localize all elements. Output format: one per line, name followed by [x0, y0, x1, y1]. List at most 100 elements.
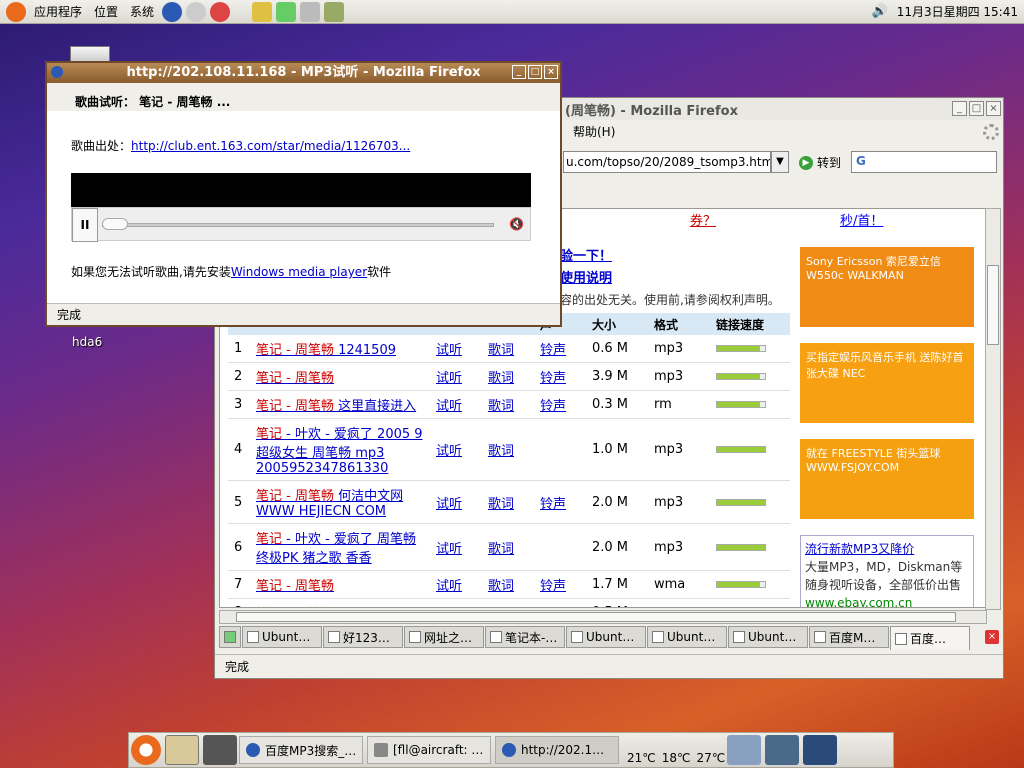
seek-handle[interactable] — [102, 218, 128, 230]
task-baidu[interactable]: 百度MP3搜索_… — [239, 736, 363, 764]
browser-tab[interactable]: 百度… — [890, 626, 970, 650]
mute-icon[interactable]: 🔇 — [509, 217, 524, 231]
seek-bar[interactable] — [102, 223, 494, 227]
popup-close-button[interactable]: × — [544, 65, 558, 79]
song-title-red: 笔记 - 周笔畅 — [256, 371, 334, 386]
ubuntu-menu-icon[interactable] — [131, 735, 161, 765]
popup-minimize-button[interactable]: _ — [512, 65, 526, 79]
song-link[interactable]: 笔记 - 周笔畅 1241509 — [256, 343, 396, 358]
ad-freestyle[interactable]: 就在 FREESTYLE 街头篮球 WWW.FSJOY.COM — [800, 439, 974, 519]
pause-button[interactable]: II — [72, 208, 98, 242]
listen-link[interactable]: 试听 — [436, 607, 462, 608]
lyric-link[interactable]: 歌词 — [488, 579, 514, 594]
song-link[interactable]: 笔记 - 周笔畅 DJ Alex磊 — [256, 607, 397, 608]
song-link[interactable]: 笔记 - 周笔畅 — [256, 579, 334, 594]
workspace-switcher-icon[interactable] — [727, 735, 762, 765]
task-popup[interactable]: http://202.1… — [495, 736, 619, 764]
search-input[interactable]: G — [851, 151, 997, 173]
weather-applet[interactable]: 21℃ 18℃ 27℃ — [623, 735, 725, 765]
source-link[interactable]: http://club.ent.163.com/star/media/11267… — [131, 139, 410, 153]
camera-icon[interactable] — [203, 735, 237, 765]
popup-maximize-button[interactable]: □ — [528, 65, 542, 79]
top-link-3[interactable]: 秒/首！ — [840, 210, 883, 229]
vertical-scrollbar[interactable] — [985, 208, 1001, 610]
file-format: mp3 — [648, 418, 710, 481]
ringtone-link[interactable]: 铃声 — [540, 607, 566, 608]
listen-link[interactable]: 试听 — [436, 399, 462, 414]
ad-ebay-url[interactable]: www.ebay.com.cn — [805, 596, 912, 607]
task-label: http://202.1… — [521, 743, 605, 757]
listen-link[interactable]: 试听 — [436, 371, 462, 386]
menu-system[interactable]: 系统 — [124, 0, 160, 24]
top-link-2[interactable]: 券？ — [690, 210, 716, 229]
task-terminal[interactable]: [fll@aircraft: … — [367, 736, 491, 764]
ubuntu-logo-icon[interactable] — [6, 1, 26, 22]
maximize-button[interactable]: □ — [969, 101, 984, 116]
map-icon[interactable] — [324, 1, 345, 22]
wmp-link[interactable]: Windows media player — [231, 265, 367, 279]
ad-sony[interactable]: Sony Ericsson 索尼爱立信 W550c WALKMAN — [800, 247, 974, 327]
promo-link-2[interactable]: 使用说明 — [560, 267, 612, 286]
help-launcher-icon[interactable] — [210, 1, 231, 22]
menu-applications[interactable]: 应用程序 — [28, 0, 88, 24]
lyric-link[interactable]: 歌词 — [488, 371, 514, 386]
trash-icon[interactable] — [765, 735, 800, 765]
printer-icon[interactable] — [300, 1, 321, 22]
listen-link[interactable]: 试听 — [436, 343, 462, 358]
promo-link-1[interactable]: 验一下！ — [560, 245, 612, 264]
task-label: 百度MP3搜索_… — [265, 743, 357, 758]
browser-tab[interactable]: Ubunt… — [728, 626, 808, 648]
clock-launcher-icon[interactable] — [186, 1, 207, 22]
url-input[interactable]: u.com/topso/20/2089_tsomp3.htm — [563, 151, 771, 173]
browser-tab[interactable]: Ubunt… — [242, 626, 322, 648]
browser-tab[interactable]: 好123… — [323, 626, 403, 648]
browser-tab[interactable]: 网址之… — [404, 626, 484, 648]
user-icon[interactable] — [252, 1, 273, 22]
speed-bar — [716, 543, 766, 551]
lyric-link[interactable]: 歌词 — [488, 444, 514, 459]
ringtone-link[interactable]: 铃声 — [540, 579, 566, 594]
volume-icon[interactable]: 🔊 — [872, 4, 888, 19]
new-tab-button[interactable] — [219, 626, 241, 648]
tab-favicon-icon — [733, 631, 745, 643]
go-button[interactable]: ▶ 转到 — [799, 154, 841, 171]
close-button[interactable]: × — [986, 101, 1001, 116]
song-link[interactable]: 笔记 - 周笔畅 这里直接进入 — [256, 399, 416, 414]
menu-help[interactable]: 帮助(H) — [573, 123, 615, 140]
minimize-button[interactable]: _ — [952, 101, 967, 116]
firefox-launcher-icon[interactable] — [162, 1, 183, 22]
lyric-link[interactable]: 歌词 — [488, 399, 514, 414]
ringtone-link[interactable]: 铃声 — [540, 497, 566, 512]
browser-tab[interactable]: Ubunt… — [566, 626, 646, 648]
lyric-link[interactable]: 歌词 — [488, 343, 514, 358]
song-link[interactable]: 笔记 - 周笔畅 — [256, 371, 334, 386]
song-title: 歌曲试听： 笔记 - 周笔畅 ... — [75, 95, 231, 109]
song-link[interactable]: 笔记 - 叶欢 - 爱疯了 周笔畅 终极PK 猪之歌 香香 — [256, 532, 416, 566]
listen-link[interactable]: 试听 — [436, 579, 462, 594]
song-link[interactable]: 笔记 - 周笔畅 何洁中文网 WWW HEJIECN COM — [256, 489, 403, 519]
drive-label[interactable]: hda6 — [72, 335, 102, 349]
lyric-link[interactable]: 歌词 — [488, 497, 514, 512]
ringtone-link[interactable]: 铃声 — [540, 343, 566, 358]
recycle-icon[interactable] — [276, 1, 297, 22]
close-tab-button[interactable]: × — [985, 630, 999, 644]
listen-link[interactable]: 试听 — [436, 542, 462, 557]
horizontal-scrollbar[interactable] — [219, 610, 987, 624]
listen-link[interactable]: 试听 — [436, 497, 462, 512]
ringtone-link[interactable]: 铃声 — [540, 371, 566, 386]
browser-tab[interactable]: Ubunt… — [647, 626, 727, 648]
ringtone-link[interactable]: 铃声 — [540, 399, 566, 414]
clock[interactable]: 11月3日星期四 15:41 — [897, 0, 1018, 24]
ad-nec[interactable]: 买指定娱乐风音乐手机 送陈好首张大碟 NEC — [800, 343, 974, 423]
lyric-link[interactable]: 歌词 — [488, 607, 514, 608]
menu-places[interactable]: 位置 — [88, 0, 124, 24]
browser-tab[interactable]: 百度M… — [809, 626, 889, 648]
song-link[interactable]: 笔记 - 叶欢 - 爱疯了 2005 9 超级女生 周笔畅 mp3 200595… — [256, 427, 423, 476]
window-list-icon[interactable] — [803, 735, 838, 765]
url-dropdown-icon[interactable]: ▼ — [771, 151, 789, 173]
show-desktop-icon[interactable] — [165, 735, 199, 765]
ad-ebay-link[interactable]: 流行新款MP3又降价 — [805, 542, 914, 556]
listen-link[interactable]: 试听 — [436, 444, 462, 459]
lyric-link[interactable]: 歌词 — [488, 542, 514, 557]
browser-tab[interactable]: 笔记本-… — [485, 626, 565, 648]
